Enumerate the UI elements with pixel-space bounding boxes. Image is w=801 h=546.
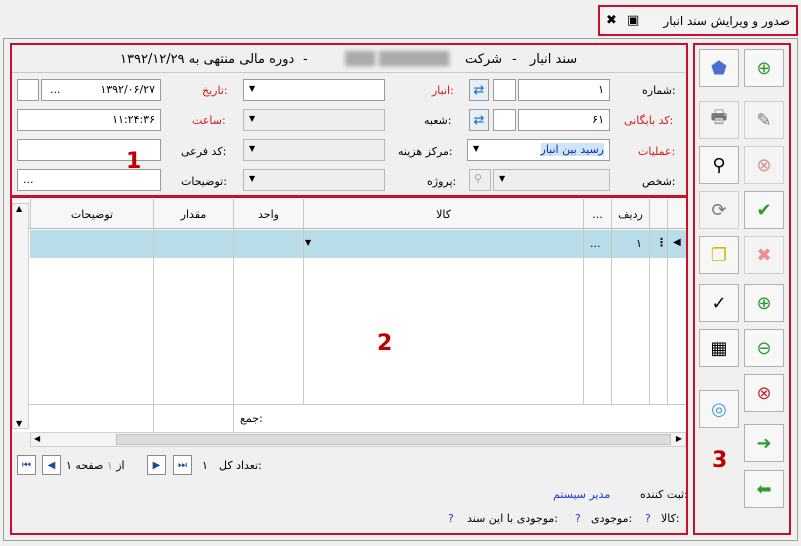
registrar-value: مدیر سیستم	[553, 488, 611, 501]
desc-label: توضیحات:	[181, 175, 227, 188]
copy-icon[interactable]: ❐	[699, 236, 739, 274]
person-select[interactable]: ▼	[493, 169, 610, 191]
time-field[interactable]: ۱۱:۲۴:۳۶	[17, 109, 161, 131]
first-page-icon[interactable]: ⏮	[17, 455, 36, 475]
total-label: تعداد کل:	[219, 459, 262, 472]
registrar-label: ثبت کننده:	[640, 488, 688, 501]
scroll-left-icon[interactable]: ◀	[34, 434, 40, 443]
row-number: ۱	[636, 237, 642, 250]
branch-label: شعبه:	[424, 114, 452, 127]
magnifier-icon[interactable]: ⚲	[699, 146, 739, 184]
date-value: ۱۳۹۲/۰۶/۲۷	[100, 83, 155, 96]
archive-field[interactable]: ۶۱	[518, 109, 610, 131]
header-fiscal: دوره مالی منتهی به ۱۳۹۲/۱۲/۲۹	[120, 52, 295, 67]
marker-3: 3	[712, 448, 728, 473]
operation-label: عملیات:	[638, 145, 676, 158]
project-select[interactable]: ▼	[243, 169, 385, 191]
branch-select[interactable]: ▼	[243, 109, 385, 131]
scroll-thumb[interactable]	[116, 434, 671, 445]
checklist-icon[interactable]: ✓	[699, 284, 739, 322]
stock-doc-value[interactable]: ?	[448, 512, 454, 525]
operation-select[interactable]: ▼ رسید بین انبار	[467, 139, 610, 161]
row-handle-icon[interactable]: ⋮	[656, 236, 667, 249]
edit-pencil-icon[interactable]: ✎	[744, 101, 784, 139]
cost-center-select[interactable]: ▼	[243, 139, 385, 161]
close-icon[interactable]: ✖	[606, 13, 617, 28]
refresh-icon[interactable]: ⟳	[699, 191, 739, 229]
person-label: شخص:	[642, 175, 676, 188]
remove-row-icon[interactable]: ⊗	[744, 374, 784, 412]
eraser-icon[interactable]: ⬟	[699, 49, 739, 87]
archive-extra-field[interactable]	[493, 109, 516, 131]
marker-2: 2	[377, 331, 393, 356]
previous-document-icon[interactable]: ⬅	[744, 470, 784, 508]
color-wheel-icon[interactable]: ◎	[699, 390, 739, 428]
prev-page-icon[interactable]: ◀	[42, 455, 61, 475]
number-extra-field[interactable]	[493, 79, 516, 101]
next-page-icon[interactable]: ▶	[147, 455, 166, 475]
scroll-right-icon[interactable]: ▶	[676, 434, 682, 443]
maximize-icon[interactable]: ▣	[627, 13, 639, 28]
time-label: ساعت:	[192, 114, 226, 127]
total-value: ۱	[202, 459, 208, 472]
col-more[interactable]: ...	[583, 199, 611, 229]
page-of: ۱ از ۱ صفحه	[66, 459, 125, 472]
sum-label: جمع:	[240, 412, 263, 425]
scroll-down-icon[interactable]: ▼	[16, 419, 22, 428]
last-page-icon[interactable]: ⏭	[173, 455, 192, 475]
stock-value[interactable]: ?	[575, 512, 581, 525]
col-row[interactable]: ردیف	[611, 199, 649, 229]
cancel-icon[interactable]: ✖	[744, 236, 784, 274]
tab-title: صدور و ویرایش سند انبار	[663, 14, 790, 28]
new-document-icon[interactable]: ⊕	[744, 49, 784, 87]
grid-header: توضیحات مقدار واحد کالا ... ردیف	[12, 199, 686, 229]
col-quantity[interactable]: مقدار	[153, 199, 233, 229]
delete-document-icon[interactable]: ⊗	[744, 146, 784, 184]
operation-value: رسید بین انبار	[540, 143, 604, 156]
scroll-up-icon[interactable]: ▲	[16, 204, 22, 213]
project-label: پروژه:	[427, 175, 457, 188]
doc-type: سند انبار	[530, 52, 578, 67]
date-extra-field[interactable]	[17, 79, 39, 101]
cost-center-label: مرکز هزینه:	[398, 145, 453, 158]
table-row[interactable]	[30, 230, 686, 258]
date-field[interactable]: ۱۳۹۲/۰۶/۲۷...	[41, 79, 161, 101]
warehouse-label: انبار:	[432, 84, 454, 97]
company-label: شرکت	[465, 52, 503, 67]
print-icon[interactable]: 🖶	[699, 101, 739, 139]
refresh-icon[interactable]: ⇄	[469, 109, 489, 131]
stock-doc-label: موجودی با این سند:	[467, 512, 558, 525]
calculator-icon[interactable]: ▦	[699, 329, 739, 367]
number-label: شماره:	[642, 84, 676, 97]
row-pointer-icon: ◀	[673, 237, 681, 248]
vertical-scrollbar[interactable]: ▲ ▼	[12, 203, 29, 429]
row-more[interactable]: ...	[590, 237, 601, 250]
search-icon[interactable]: ⚲	[469, 169, 491, 191]
item-label: کالا:	[661, 512, 680, 525]
insert-row-icon[interactable]: ⊖	[744, 329, 784, 367]
divider	[12, 72, 686, 73]
date-picker-button[interactable]: ...	[50, 83, 61, 96]
col-item[interactable]: کالا	[303, 199, 583, 229]
approve-document-icon[interactable]: ✔	[744, 191, 784, 229]
window-tab[interactable]: صدور و ویرایش سند انبار ✖ ▣	[598, 5, 798, 36]
col-unit[interactable]: واحد	[233, 199, 303, 229]
next-document-icon[interactable]: ➜	[744, 424, 784, 462]
archive-label: کد بایگانی:	[624, 114, 674, 127]
marker-1: 1	[126, 149, 142, 174]
warehouse-select[interactable]: ▼	[243, 79, 385, 101]
horizontal-scrollbar[interactable]: ◀ ▶	[30, 432, 686, 447]
refresh-icon[interactable]: ⇄	[469, 79, 489, 101]
subcode-label: کد فرعی:	[181, 145, 227, 158]
company-name: ███ ███████	[345, 52, 450, 67]
chevron-down-icon[interactable]: ▼	[305, 238, 311, 247]
date-label: تاریخ:	[202, 84, 228, 97]
stock-label: موجودی:	[591, 512, 633, 525]
col-description[interactable]: توضیحات	[30, 199, 153, 229]
number-field[interactable]: ۱	[518, 79, 610, 101]
item-value[interactable]: ?	[645, 512, 651, 525]
add-row-icon[interactable]: ⊕	[744, 284, 784, 322]
